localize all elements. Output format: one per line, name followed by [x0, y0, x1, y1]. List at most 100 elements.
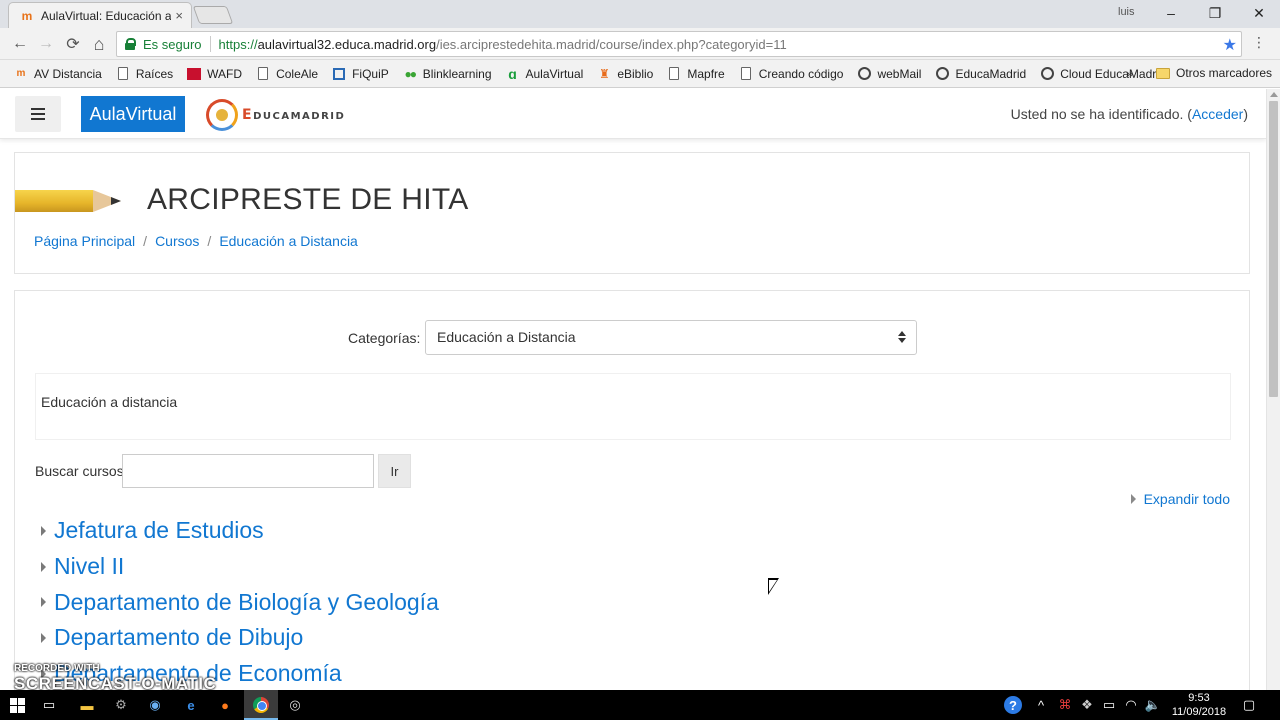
bookmark-blinklearning[interactable]: ●● Blinklearning — [403, 67, 492, 81]
educamadrid-wordmark: EDUCAMADRID — [242, 107, 346, 123]
bookmark-label: webMail — [877, 66, 922, 81]
fiquip-icon — [332, 67, 346, 81]
task-view-icon[interactable]: ▭ — [40, 696, 58, 714]
browser-menu-icon[interactable]: ⋮ — [1252, 34, 1266, 51]
caret-right-icon — [41, 525, 46, 536]
bookmark-aulavirtual[interactable]: ɑ AulaVirtual — [506, 66, 584, 82]
bookmark-label: Creando código — [758, 66, 844, 81]
category-description-text: Educación a distancia — [41, 394, 178, 410]
expand-all-label: Expandir todo — [1143, 491, 1230, 507]
help-icon[interactable]: ? — [1004, 696, 1022, 714]
settings-gear-icon[interactable]: ⚙ — [112, 696, 130, 714]
system-clock[interactable]: 9:53 11/09/2018 — [1168, 691, 1230, 719]
bookmark-label: Mapfre — [687, 66, 725, 81]
educamadrid-logo[interactable]: EDUCAMADRID — [206, 99, 345, 131]
power-battery-icon[interactable]: ▭ — [1100, 696, 1118, 714]
bookmark-label: FiQuiP — [352, 66, 389, 81]
recorder-icon[interactable]: ◎ — [286, 696, 304, 714]
bookmark-raices[interactable]: Raíces — [116, 67, 173, 81]
firefox-icon[interactable]: ● — [216, 696, 234, 714]
address-bar[interactable]: Es seguro https://aulavirtual32.educa.ma… — [116, 31, 1242, 57]
back-arrow-icon[interactable]: ← — [9, 33, 31, 55]
bookmark-ebiblio[interactable]: ♜ eBiblio — [597, 67, 653, 81]
course-category-panel: Categorías: Educación a Distancia Educac… — [14, 290, 1250, 690]
volume-icon[interactable]: 🔈 — [1144, 696, 1162, 714]
bookmark-label: AulaVirtual — [525, 66, 584, 81]
breadcrumb-home[interactable]: Página Principal — [34, 233, 135, 249]
breadcrumb-courses[interactable]: Cursos — [155, 233, 199, 249]
login-link[interactable]: Acceder — [1192, 106, 1243, 122]
category-item-label: Departamento de Biología y Geología — [54, 588, 439, 615]
categories-label: Categorías: — [348, 330, 421, 346]
notification-icon[interactable]: ▢ — [1240, 696, 1258, 714]
moodle-icon: m — [21, 8, 33, 23]
acrobat-icon[interactable]: ⌘ — [1056, 696, 1074, 714]
bookmark-mapfre[interactable]: Mapfre — [667, 66, 725, 81]
wifi-icon[interactable]: ◠ — [1122, 696, 1140, 714]
edge-browser-icon[interactable]: e — [182, 696, 200, 714]
more-bookmarks-chevron-icon[interactable]: » — [1126, 66, 1133, 81]
url-path: /ies.arciprestedehita.madrid/course/inde… — [436, 36, 787, 52]
category-item-biologia[interactable]: Departamento de Biología y Geología — [41, 584, 941, 620]
bookmark-coleale[interactable]: ColeAle — [256, 67, 318, 81]
bookmark-creando-codigo[interactable]: Creando código — [739, 66, 844, 81]
breadcrumb: Página Principal / Cursos / Educación a … — [34, 233, 358, 249]
new-tab-button[interactable] — [192, 6, 234, 24]
watermark-line2: SCREENCAST-O-MATIC — [14, 674, 217, 690]
other-bookmarks[interactable]: Otros marcadores — [1156, 66, 1272, 80]
folder-icon — [1156, 66, 1170, 80]
maximize-icon[interactable]: ❐ — [1204, 2, 1226, 24]
caret-right-icon — [41, 597, 46, 608]
breadcrumb-current[interactable]: Educación a Distancia — [219, 233, 358, 249]
bookmark-label: Otros marcadores — [1176, 66, 1273, 80]
bookmark-educamadrid[interactable]: EducaMadrid — [935, 67, 1026, 81]
bookmark-av-distancia[interactable]: m AV Distancia — [14, 67, 102, 81]
bookmark-wafd[interactable]: WAFD — [187, 67, 242, 81]
show-hidden-icons-chevron-icon[interactable]: ^ — [1032, 696, 1050, 714]
category-select[interactable]: Educación a Distancia — [425, 320, 917, 355]
expand-all-link[interactable]: Expandir todo — [1130, 491, 1230, 507]
clock-date: 11/09/2018 — [1171, 706, 1227, 718]
bookmark-fiquip[interactable]: FiQuiP — [332, 67, 389, 81]
search-go-button[interactable]: Ir — [378, 454, 411, 488]
bookmark-label: AV Distancia — [34, 66, 102, 81]
menu-toggle-button[interactable] — [15, 96, 61, 132]
bookmark-label: Blinklearning — [422, 66, 492, 81]
watermark-line1: RECORDED WITH — [14, 663, 100, 674]
dropbox-icon[interactable]: ❖ — [1078, 696, 1096, 714]
category-item-jefatura[interactable]: Jefatura de Estudios — [41, 513, 941, 549]
profile-name[interactable]: luis — [1118, 6, 1135, 18]
home-icon[interactable]: ⌂ — [88, 33, 110, 55]
reload-icon[interactable]: ⟳ — [62, 33, 84, 55]
globe-icon — [857, 67, 871, 81]
file-explorer-icon[interactable]: ▬ — [78, 696, 96, 714]
screencast-icon[interactable]: ◉ — [146, 696, 164, 714]
page-scrollbar[interactable] — [1266, 89, 1280, 690]
scroll-up-arrow-icon[interactable] — [1270, 92, 1278, 97]
close-window-icon[interactable]: ✕ — [1248, 2, 1270, 24]
ebiblio-icon: ♜ — [598, 66, 610, 81]
category-item-dibujo[interactable]: Departamento de Dibujo — [41, 620, 941, 656]
bookmark-star-icon[interactable]: ★ — [1223, 35, 1237, 55]
scrollbar-thumb[interactable] — [1269, 101, 1278, 397]
forward-arrow-icon[interactable]: → — [35, 33, 57, 55]
tab-close-icon[interactable]: × — [175, 8, 183, 23]
category-item-nivel-ii[interactable]: Nivel II — [41, 549, 941, 585]
search-courses-input[interactable] — [122, 454, 374, 488]
caret-right-icon — [1130, 494, 1136, 504]
category-item-label: Departamento de Dibujo — [54, 624, 304, 651]
brand-button[interactable]: AulaVirtual — [81, 96, 185, 132]
minimize-icon[interactable]: – — [1160, 2, 1182, 24]
bookmark-cloud-educamadrid[interactable]: Cloud EducaMadrid — [1040, 67, 1166, 81]
globe-icon — [935, 67, 949, 81]
chrome-icon[interactable] — [252, 696, 270, 714]
secure-label: Es seguro — [143, 36, 202, 52]
select-arrows-icon — [898, 330, 906, 344]
browser-tab[interactable]: m AulaVirtual: Educación a × — [8, 2, 192, 28]
windows-start-icon[interactable] — [8, 696, 26, 714]
url-scheme: https:// — [218, 36, 258, 52]
breadcrumb-separator: / — [143, 233, 148, 249]
page-icon — [256, 67, 270, 81]
login-status-text: Usted no se ha identificado. — [1010, 106, 1184, 122]
bookmark-webmail[interactable]: webMail — [857, 67, 921, 81]
